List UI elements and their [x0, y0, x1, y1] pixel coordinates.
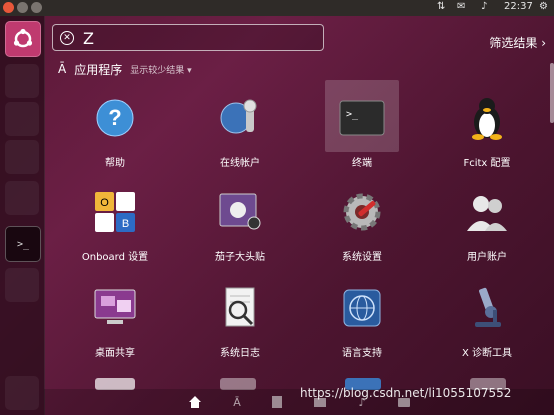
dvd-launcher-icon[interactable]	[5, 268, 39, 302]
app-system-settings[interactable]: 系统设置	[312, 186, 412, 263]
volume-icon[interactable]: ♪	[481, 1, 487, 12]
svg-text:>_: >_	[346, 109, 359, 120]
svg-text:?: ?	[108, 105, 121, 130]
filter-results-button[interactable]: 筛选结果 ›	[489, 34, 546, 51]
apps-category-icon: Ā	[58, 62, 67, 76]
category-title: 应用程序	[74, 62, 123, 77]
trash-launcher-icon[interactable]	[5, 376, 39, 410]
close-icon[interactable]: ✕	[60, 31, 74, 45]
watermark: https://blog.csdn.net/li1055107552	[300, 386, 512, 400]
app-onboard-settings[interactable]: OB Onboard 设置	[65, 186, 165, 263]
search-input[interactable]	[81, 27, 321, 50]
terminal-icon: >_	[336, 92, 388, 144]
settings-launcher-icon[interactable]	[5, 181, 39, 215]
chevron-right-icon: ›	[541, 36, 546, 50]
mail-icon[interactable]: ✉	[457, 1, 465, 12]
tux-icon	[461, 92, 513, 144]
dash-button[interactable]	[5, 21, 41, 57]
app-online-accounts[interactable]: 在线帐户	[190, 92, 290, 169]
help-icon: ?	[89, 92, 141, 144]
app-fcitx-config[interactable]: Fcitx 配置	[437, 92, 537, 169]
app-desktop-sharing[interactable]: 桌面共享	[65, 282, 165, 359]
power-icon[interactable]: ⚙	[539, 1, 548, 12]
software-center-launcher-icon[interactable]	[5, 140, 39, 174]
app-terminal[interactable]: >_ 终端	[312, 80, 412, 169]
cheese-icon	[214, 186, 266, 238]
browser-launcher-icon[interactable]	[5, 102, 39, 136]
category-header: Ā 应用程序 显示较少结果 ▾	[58, 60, 192, 78]
launcher: >_	[0, 16, 45, 415]
minimize-window-button[interactable]	[17, 2, 28, 13]
files-launcher-icon[interactable]	[5, 64, 39, 98]
microscope-icon	[461, 282, 513, 334]
gear-icon	[336, 186, 388, 238]
app-user-accounts[interactable]: 用户账户	[437, 186, 537, 263]
close-window-button[interactable]	[3, 2, 14, 13]
app-x-diagnostics[interactable]: X 诊断工具	[437, 282, 537, 359]
home-icon[interactable]	[187, 394, 203, 410]
apps-icon[interactable]: Ā	[229, 394, 245, 410]
filter-results-label: 筛选结果	[489, 36, 538, 50]
globe-icon	[336, 282, 388, 334]
network-icon[interactable]: ⇅	[437, 1, 445, 12]
ubuntu-logo-icon	[13, 28, 33, 48]
app-help[interactable]: ? 帮助	[65, 92, 165, 169]
app-language-support[interactable]: 语言支持	[312, 282, 412, 359]
show-fewer-results-button[interactable]: 显示较少结果 ▾	[130, 63, 191, 76]
log-icon	[214, 282, 266, 334]
files-icon[interactable]	[269, 394, 285, 410]
app-cheese[interactable]: 茄子大头贴	[190, 186, 290, 263]
keyboard-settings-icon: OB	[89, 186, 141, 238]
top-panel: ⇅ ✉ ♪ 22:37 ⚙	[0, 0, 554, 16]
desktop-share-icon	[89, 282, 141, 334]
online-accounts-icon	[214, 92, 266, 144]
search-box[interactable]: ✕	[52, 24, 324, 51]
users-icon	[461, 186, 513, 238]
maximize-window-button[interactable]	[31, 2, 42, 13]
svg-text:O: O	[100, 197, 109, 209]
scrollbar[interactable]	[550, 63, 554, 123]
terminal-launcher-icon[interactable]: >_	[5, 226, 41, 262]
clock[interactable]: 22:37	[504, 1, 533, 12]
svg-text:B: B	[122, 218, 129, 230]
app-system-log[interactable]: 系统日志	[190, 282, 290, 359]
